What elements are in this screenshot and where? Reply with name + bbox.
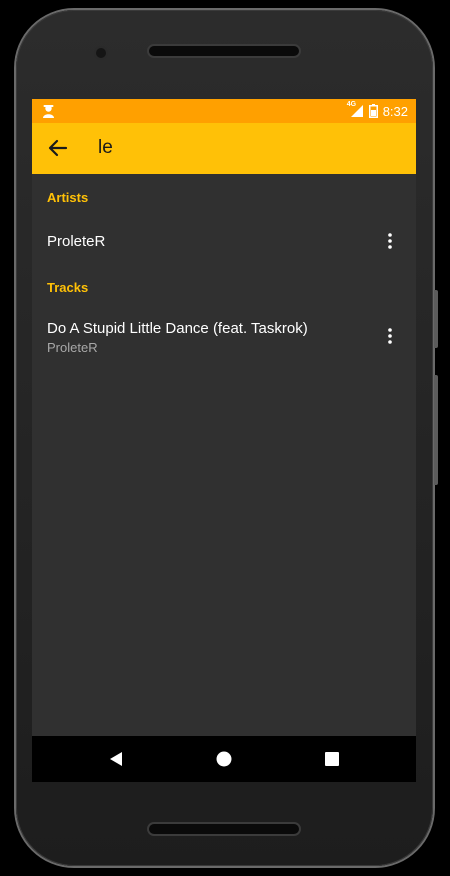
network-type-label: 4G [346,101,357,108]
artists-section-header: Artists [47,190,89,205]
volume-button [434,375,438,485]
more-vert-icon [388,328,392,344]
back-button[interactable] [44,134,72,162]
system-navigation-bar [32,736,416,782]
battery-icon [368,104,378,118]
signal-icon: 4G [346,101,364,118]
artist-overflow-menu-button[interactable] [378,229,402,253]
more-vert-icon [388,233,392,249]
tracks-section-header: Tracks [47,280,89,295]
back-icon [109,751,123,767]
track-list-item[interactable]: Do A Stupid Little Dance (feat. Taskrok)… [32,307,416,363]
bottom-speaker [149,824,299,834]
status-time: 8:32 [382,103,408,119]
status-icons: 4G 8:32 [346,99,408,123]
status-bar: 4G 8:32 [32,99,416,123]
track-artist: ProleteR [47,340,98,355]
arrow-back-icon [48,138,68,158]
artist-name: ProleteR [47,233,106,250]
top-speaker [149,46,299,56]
home-icon [216,751,232,767]
track-title: Do A Stupid Little Dance (feat. Taskrok) [47,320,308,337]
recents-icon [325,752,339,766]
nav-recents-button[interactable] [320,747,344,771]
power-button [434,290,438,348]
search-toolbar [32,123,416,174]
search-input[interactable] [98,133,398,163]
app-screen: 4G 8:32 Artists ProleteR [32,99,416,782]
track-overflow-menu-button[interactable] [378,324,402,348]
notification-icon [42,104,55,118]
artist-list-item[interactable]: ProleteR [32,219,416,265]
nav-home-button[interactable] [212,747,236,771]
nav-back-button[interactable] [104,747,128,771]
front-camera [96,48,106,58]
